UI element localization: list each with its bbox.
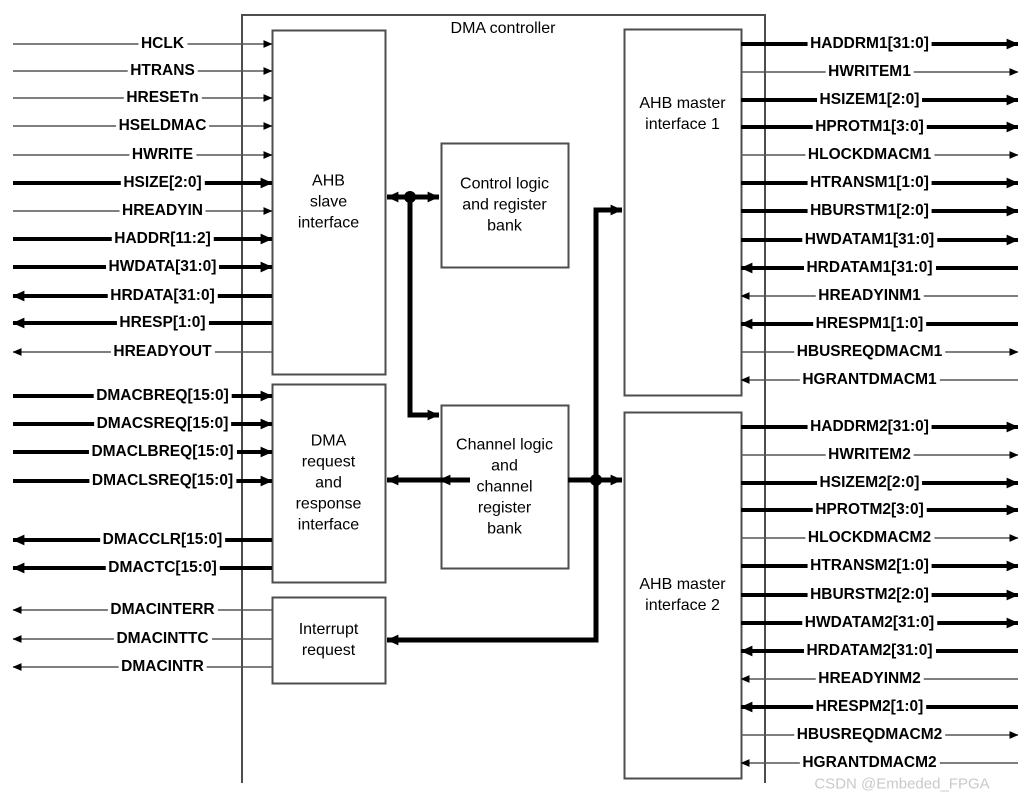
- signal-label-hwdatam1-31-0: HWDATAM1[31:0]: [801, 232, 938, 248]
- signal-label-hprotm2-3-0: HPROTM2[3:0]: [812, 502, 927, 518]
- signal-label-dmacsreq-15-0: DMACSREQ[15:0]: [93, 416, 232, 432]
- signal-label-htransm2-1-0: HTRANSM2[1:0]: [807, 558, 932, 574]
- signal-label-hwritem1: HWRITEM1: [825, 64, 914, 80]
- signal-label-hresetn: HRESETn: [123, 90, 202, 106]
- signal-label-hseldmac: HSELDMAC: [115, 118, 210, 134]
- signal-label-hwdatam2-31-0: HWDATAM2[31:0]: [801, 615, 938, 631]
- diagram-title: DMA controller: [450, 20, 556, 37]
- watermark-text: CSDN @Embeded_FPGA: [814, 775, 990, 793]
- signal-label-hreadyinm2: HREADYINM2: [815, 671, 924, 687]
- signal-label-hreadyout: HREADYOUT: [110, 344, 215, 360]
- signal-label-hrespm1-1-0: HRESPM1[1:0]: [812, 316, 927, 332]
- block-label-ahb-master-interface-1: AHB master interface 1: [639, 95, 726, 133]
- signal-label-hrespm2-1-0: HRESPM2[1:0]: [812, 699, 927, 715]
- signal-label-hgrantdmacm1: HGRANTDMACM1: [799, 372, 940, 388]
- dma-controller-block-diagram: AHB slave interface Control logic and regist…: [0, 0, 1030, 800]
- signal-label-hwdata-31-0: HWDATA[31:0]: [105, 259, 220, 275]
- signal-label-hlockdmacm1: HLOCKDMACM1: [804, 147, 935, 163]
- signal-label-dmaclbreq-15-0: DMACLBREQ[15:0]: [88, 444, 237, 460]
- junction-dot-channel-bus: [590, 474, 602, 486]
- signal-label-hsize-2-0: HSIZE[2:0]: [120, 175, 205, 191]
- signal-label-haddr-11-2: HADDR[11:2]: [111, 231, 214, 247]
- signal-label-hprotm1-3-0: HPROTM1[3:0]: [812, 119, 927, 135]
- signal-label-hrdatam1-31-0: HRDATAM1[31:0]: [803, 260, 936, 276]
- signal-label-hreadyinm1: HREADYINM1: [815, 288, 924, 304]
- link-channel-to-master1: [593, 204, 623, 480]
- signal-label-hgrantdmacm2: HGRANTDMACM2: [799, 755, 940, 771]
- signal-label-hsizem1-2-0: HSIZEM1[2:0]: [816, 92, 923, 108]
- signal-label-dmacinttc: DMACINTTC: [113, 631, 212, 647]
- signal-label-hburstm1-2-0: HBURSTM1[2:0]: [807, 203, 932, 219]
- signal-label-dmacclr-15-0: DMACCLR[15:0]: [99, 532, 226, 548]
- signal-label-dmaclsreq-15-0: DMACLSREQ[15:0]: [88, 473, 237, 489]
- block-label-ahb-master-interface-2: AHB master interface 2: [639, 576, 726, 614]
- signal-label-dmacintr: DMACINTR: [118, 659, 207, 675]
- signal-label-htransm1-1-0: HTRANSM1[1:0]: [807, 175, 932, 191]
- signal-label-hclk: HCLK: [137, 36, 188, 52]
- signal-label-hburstm2-2-0: HBURSTM2[2:0]: [807, 587, 932, 603]
- signal-label-haddrm1-31-0: HADDRM1[31:0]: [807, 36, 932, 52]
- signal-label-hwritem2: HWRITEM2: [825, 447, 914, 463]
- block-label-ahb-slave-interface: AHB slave interface: [297, 172, 360, 232]
- link-control-bus-to-channel-logic: [407, 197, 440, 421]
- block-label-channel-logic-and-channel-register-bank: Channel logic and channel register bank: [456, 436, 553, 537]
- block-label-control-logic-and-register-bank: Control logic and register bank: [460, 175, 549, 235]
- signal-label-hlockdmacm2: HLOCKDMACM2: [804, 530, 935, 546]
- signal-label-hbusreqdmacm2: HBUSREQDMACM2: [793, 727, 946, 743]
- block-label-dma-request-and-response-interface: DMA request and response interface: [295, 432, 362, 534]
- signal-label-hwrite: HWRITE: [128, 147, 197, 163]
- junction-dot-control-bus: [404, 191, 416, 203]
- signal-label-hreadyin: HREADYIN: [119, 203, 206, 219]
- signal-label-hsizem2-2-0: HSIZEM2[2:0]: [816, 475, 923, 491]
- signal-label-hresp-1-0: HRESP[1:0]: [116, 315, 209, 331]
- signal-label-hbusreqdmacm1: HBUSREQDMACM1: [793, 344, 946, 360]
- signal-label-htrans: HTRANS: [127, 63, 198, 79]
- signal-label-dmactc-15-0: DMACTC[15:0]: [105, 560, 220, 576]
- signal-label-dmacinterr: DMACINTERR: [107, 602, 218, 618]
- signal-label-haddrm2-31-0: HADDRM2[31:0]: [807, 419, 932, 435]
- signal-label-hrdata-31-0: HRDATA[31:0]: [107, 288, 218, 304]
- block-ahb-master-interface-1: [623, 28, 743, 397]
- signal-label-dmacbreq-15-0: DMACBREQ[15:0]: [93, 388, 232, 404]
- block-label-interrupt-request: Interrupt request: [298, 621, 359, 659]
- signal-label-hrdatam2-31-0: HRDATAM2[31:0]: [803, 643, 936, 659]
